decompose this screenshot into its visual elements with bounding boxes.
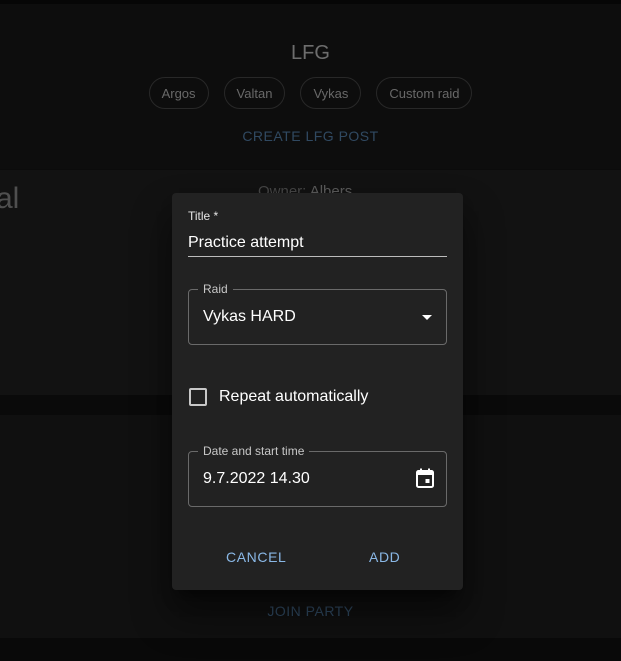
date-time-field[interactable]: Date and start time 9.7.2022 14.30 [188, 444, 447, 507]
repeat-checkbox[interactable] [189, 388, 207, 406]
create-lfg-dialog: Title * Raid Vykas HARD Repeat automatic… [172, 193, 463, 590]
repeat-checkbox-label[interactable]: Repeat automatically [219, 388, 368, 406]
date-time-value: 9.7.2022 14.30 [203, 470, 310, 487]
add-button[interactable]: ADD [369, 549, 400, 565]
raid-select[interactable]: Raid Vykas HARD [188, 282, 447, 345]
cancel-button[interactable]: CANCEL [226, 549, 286, 565]
raid-select-label: Raid [198, 282, 233, 296]
raid-select-value: Vykas HARD [203, 308, 296, 325]
dialog-actions: CANCEL ADD [172, 549, 463, 569]
calendar-icon[interactable] [416, 468, 434, 488]
date-time-label: Date and start time [198, 444, 310, 458]
title-input[interactable] [188, 230, 447, 257]
lfg-page: LFG Argos Valtan Vykas Custom raid CREAT… [0, 0, 621, 661]
caret-down-icon[interactable] [422, 315, 432, 320]
title-field-label: Title * [188, 209, 219, 223]
repeat-checkbox-row[interactable]: Repeat automatically [189, 388, 368, 406]
